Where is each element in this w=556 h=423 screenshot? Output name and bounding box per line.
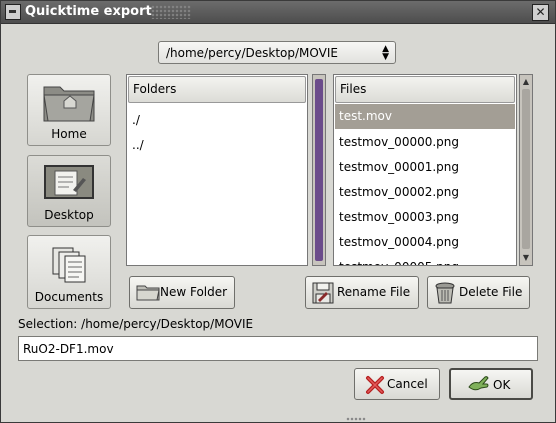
folders-list[interactable]: Folders ./ ../ xyxy=(126,74,308,266)
folder-row[interactable]: ./ xyxy=(128,108,306,133)
file-row[interactable]: testmov_00002.png xyxy=(335,180,515,205)
shortcut-documents-label: Documents xyxy=(34,290,104,304)
path-dropdown[interactable]: /home/percy/Desktop/MOVIE ▲ ▼ xyxy=(158,41,396,64)
shortcut-desktop-label: Desktop xyxy=(44,208,94,222)
window-menu-icon[interactable] xyxy=(5,4,21,20)
files-scrollbar[interactable]: ▲ ▼ xyxy=(519,74,533,266)
scroll-up-icon[interactable]: ▲ xyxy=(521,77,531,87)
home-folder-icon xyxy=(43,86,95,122)
resize-grip-icon[interactable] xyxy=(346,417,366,421)
files-scroll-thumb[interactable] xyxy=(522,89,530,249)
file-row[interactable]: testmov_00004.png xyxy=(335,230,515,255)
titlebar-grip-icon xyxy=(151,5,191,19)
shortcut-home-label: Home xyxy=(51,127,87,141)
dialog-window: Quicktime export ✕ /home/percy/Desktop/M… xyxy=(0,0,556,423)
shortcut-home-button[interactable]: Home xyxy=(27,74,111,146)
new-folder-label: New Folder xyxy=(160,285,228,299)
files-list[interactable]: Files test.mov testmov_00000.png testmov… xyxy=(333,74,517,266)
cancel-label: Cancel xyxy=(387,377,428,391)
delete-file-button[interactable]: Delete File xyxy=(427,276,530,309)
cancel-button[interactable]: Cancel xyxy=(354,368,440,400)
new-folder-button[interactable]: New Folder xyxy=(129,276,235,309)
filename-input[interactable] xyxy=(18,336,538,361)
window-title: Quicktime export xyxy=(25,4,152,19)
file-row[interactable]: testmov_00000.png xyxy=(335,130,515,155)
delete-file-label: Delete File xyxy=(459,285,523,299)
folders-scrollbar[interactable] xyxy=(312,74,326,266)
shortcut-documents-button[interactable]: Documents xyxy=(27,235,111,309)
ok-label: OK xyxy=(493,378,511,392)
file-row[interactable]: testmov_00005.png xyxy=(335,255,515,265)
file-row[interactable]: testmov_00003.png xyxy=(335,205,515,230)
file-row-selected[interactable]: test.mov xyxy=(335,104,515,129)
titlebar[interactable]: Quicktime export ✕ xyxy=(1,1,555,24)
folders-column-header[interactable]: Folders xyxy=(128,76,306,103)
desktop-icon xyxy=(44,165,94,199)
rename-file-label: Rename File xyxy=(337,285,411,299)
files-column-header[interactable]: Files xyxy=(335,76,515,103)
path-dropdown-value: /home/percy/Desktop/MOVIE xyxy=(166,46,338,60)
folder-row[interactable]: ../ xyxy=(128,133,306,158)
selection-label: Selection: /home/percy/Desktop/MOVIE xyxy=(18,317,254,331)
rename-file-button[interactable]: Rename File xyxy=(305,276,419,309)
trash-icon xyxy=(435,282,455,304)
ok-hand-icon xyxy=(468,376,489,391)
folders-scroll-thumb[interactable] xyxy=(315,79,323,261)
scroll-down-icon[interactable]: ▼ xyxy=(521,253,531,263)
rename-file-icon xyxy=(312,282,334,304)
dropdown-arrows-icon: ▲ ▼ xyxy=(382,44,389,62)
shortcut-desktop-button[interactable]: Desktop xyxy=(27,155,111,227)
file-row[interactable]: testmov_00001.png xyxy=(335,155,515,180)
documents-icon xyxy=(52,247,86,283)
cancel-x-icon xyxy=(366,376,384,394)
folder-icon xyxy=(136,285,160,301)
ok-button[interactable]: OK xyxy=(449,368,533,400)
close-icon[interactable]: ✕ xyxy=(532,4,549,21)
